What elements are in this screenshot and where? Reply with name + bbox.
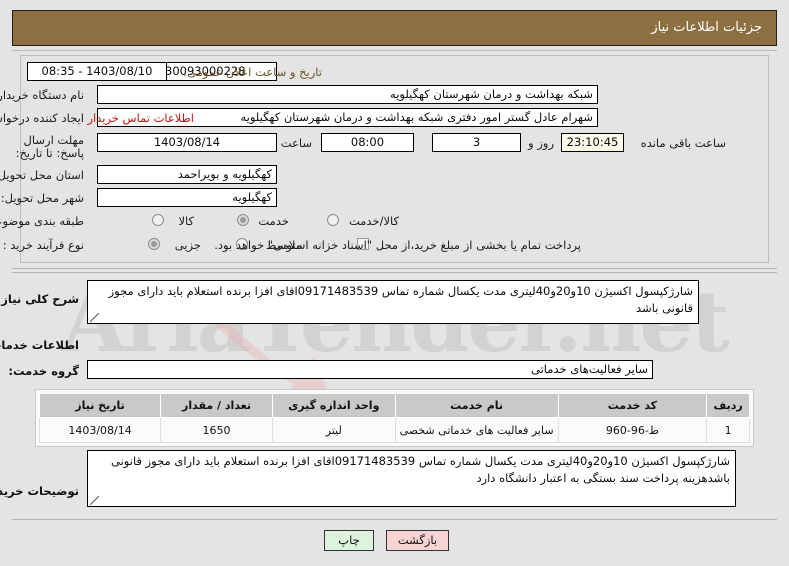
radio-process-jozyi[interactable] <box>148 238 160 250</box>
summary-textarea[interactable]: شارژکپسول اکسیژن 10و20و40لیتری مدت یکسال… <box>87 280 699 324</box>
col-row: ردیف <box>706 393 750 418</box>
col-qty: تعداد / مقدار <box>160 393 273 418</box>
buyer-notes-text: شارژکپسول اکسیژن 10و20و40لیتری مدت یکسال… <box>111 454 730 485</box>
buyer-contact-link[interactable]: اطلاعات تماس خریدار <box>87 111 194 125</box>
checkbox-islamic-treasury-docs-label: پرداخت تمام یا بخشی از مبلغ خرید،از محل … <box>214 238 581 252</box>
announce-datetime-value: 1403/08/10 - 08:35 <box>27 62 167 81</box>
city-label: شهر محل تحویل: <box>0 191 84 205</box>
radio-category-kala-label: کالا <box>178 214 194 228</box>
cell-qty: 1650 <box>160 417 273 443</box>
section-divider-2 <box>12 272 777 273</box>
col-code: کد خدمت <box>557 393 708 418</box>
header-divider <box>12 50 777 51</box>
summary-text: شارژکپسول اکسیژن 10و20و40لیتری مدت یکسال… <box>108 284 693 315</box>
buyer-notes-textarea[interactable]: شارژکپسول اکسیژن 10و20و40لیتری مدت یکسال… <box>87 450 736 507</box>
radio-process-jozyi-label: جزیی <box>174 238 201 252</box>
radio-category-kala[interactable] <box>152 214 164 226</box>
city-value: کهگیلویه <box>97 188 277 207</box>
buyer-org-label: نام دستگاه خریدار: <box>0 88 84 102</box>
cell-name: سایر فعالیت های خدماتی شخصی <box>394 417 559 443</box>
page-title: جزئیات اطلاعات نیاز <box>651 20 762 35</box>
deadline-remaining-label: ساعت باقی مانده <box>640 136 726 150</box>
buyer-notes-label: توضیحات خریدار: <box>0 484 79 498</box>
deadline-days-label: روز و <box>528 136 554 150</box>
requester-label: ایجاد کننده درخواست: <box>0 111 84 125</box>
deadline-label: مهلت ارسال پاسخ: تا تاریخ: <box>15 133 84 160</box>
service-group-value: سایر فعالیت‌های خدماتی <box>87 360 653 379</box>
process-type-label: نوع فرآیند خرید : <box>2 238 84 252</box>
radio-category-kala-khedmat[interactable] <box>327 214 339 226</box>
cell-code: ط-96-960 <box>557 417 708 443</box>
services-section-heading: اطلاعات خدمات مورد نیاز <box>0 338 79 352</box>
page-root: AriaTender.net جزئیات اطلاعات نیاز شماره… <box>0 0 789 566</box>
resize-grip-icon <box>90 313 99 322</box>
deadline-remaining-value: 23:10:45 <box>561 133 624 152</box>
col-unit: واحد اندازه گیری <box>272 393 396 418</box>
col-need-date: تاریخ نیاز <box>38 393 162 418</box>
cell-need-date: 1403/08/14 <box>38 417 162 443</box>
radio-category-khedmat-label: خدمت <box>258 214 289 228</box>
deadline-hour-value: 08:00 <box>321 133 414 152</box>
services-table: ردیف کد خدمت نام خدمت واحد اندازه گیری ت… <box>38 393 750 443</box>
resize-grip-icon <box>90 496 99 505</box>
page-header-bar: جزئیات اطلاعات نیاز <box>12 10 777 46</box>
cell-row: 1 <box>706 417 750 443</box>
category-label: طبقه بندی موضوعی: <box>0 214 84 228</box>
cell-unit: لیتر <box>272 417 396 443</box>
print-button[interactable]: چاپ <box>324 530 374 551</box>
table-header-row: ردیف کد خدمت نام خدمت واحد اندازه گیری ت… <box>38 393 750 418</box>
deadline-hour-label: ساعت <box>280 136 312 150</box>
radio-category-khedmat[interactable] <box>237 214 249 226</box>
province-value: کهگیلویه و بویراحمد <box>97 165 277 184</box>
summary-label: شرح کلی نیاز: <box>0 292 79 306</box>
services-table-wrapper: ردیف کد خدمت نام خدمت واحد اندازه گیری ت… <box>35 389 754 447</box>
table-row: 1 ط-96-960 سایر فعالیت های خدماتی شخصی ل… <box>38 417 750 443</box>
radio-category-kala-khedmat-label: کالا/خدمت <box>348 214 399 228</box>
back-button[interactable]: بازگشت <box>386 530 449 551</box>
province-label: استان محل تحویل: <box>0 168 84 182</box>
buyer-org-value: شبکه بهداشت و درمان شهرستان کهگیلویه <box>97 85 598 104</box>
deadline-days-value: 3 <box>432 133 521 152</box>
service-group-label: گروه خدمت: <box>8 364 79 378</box>
deadline-date-value: 1403/08/14 <box>97 133 277 152</box>
col-name: نام خدمت <box>394 393 559 418</box>
footer-divider <box>12 519 777 520</box>
section-divider-1 <box>12 268 777 269</box>
announce-datetime-label: تاریخ و ساعت اعلان عمومی: <box>183 65 322 79</box>
